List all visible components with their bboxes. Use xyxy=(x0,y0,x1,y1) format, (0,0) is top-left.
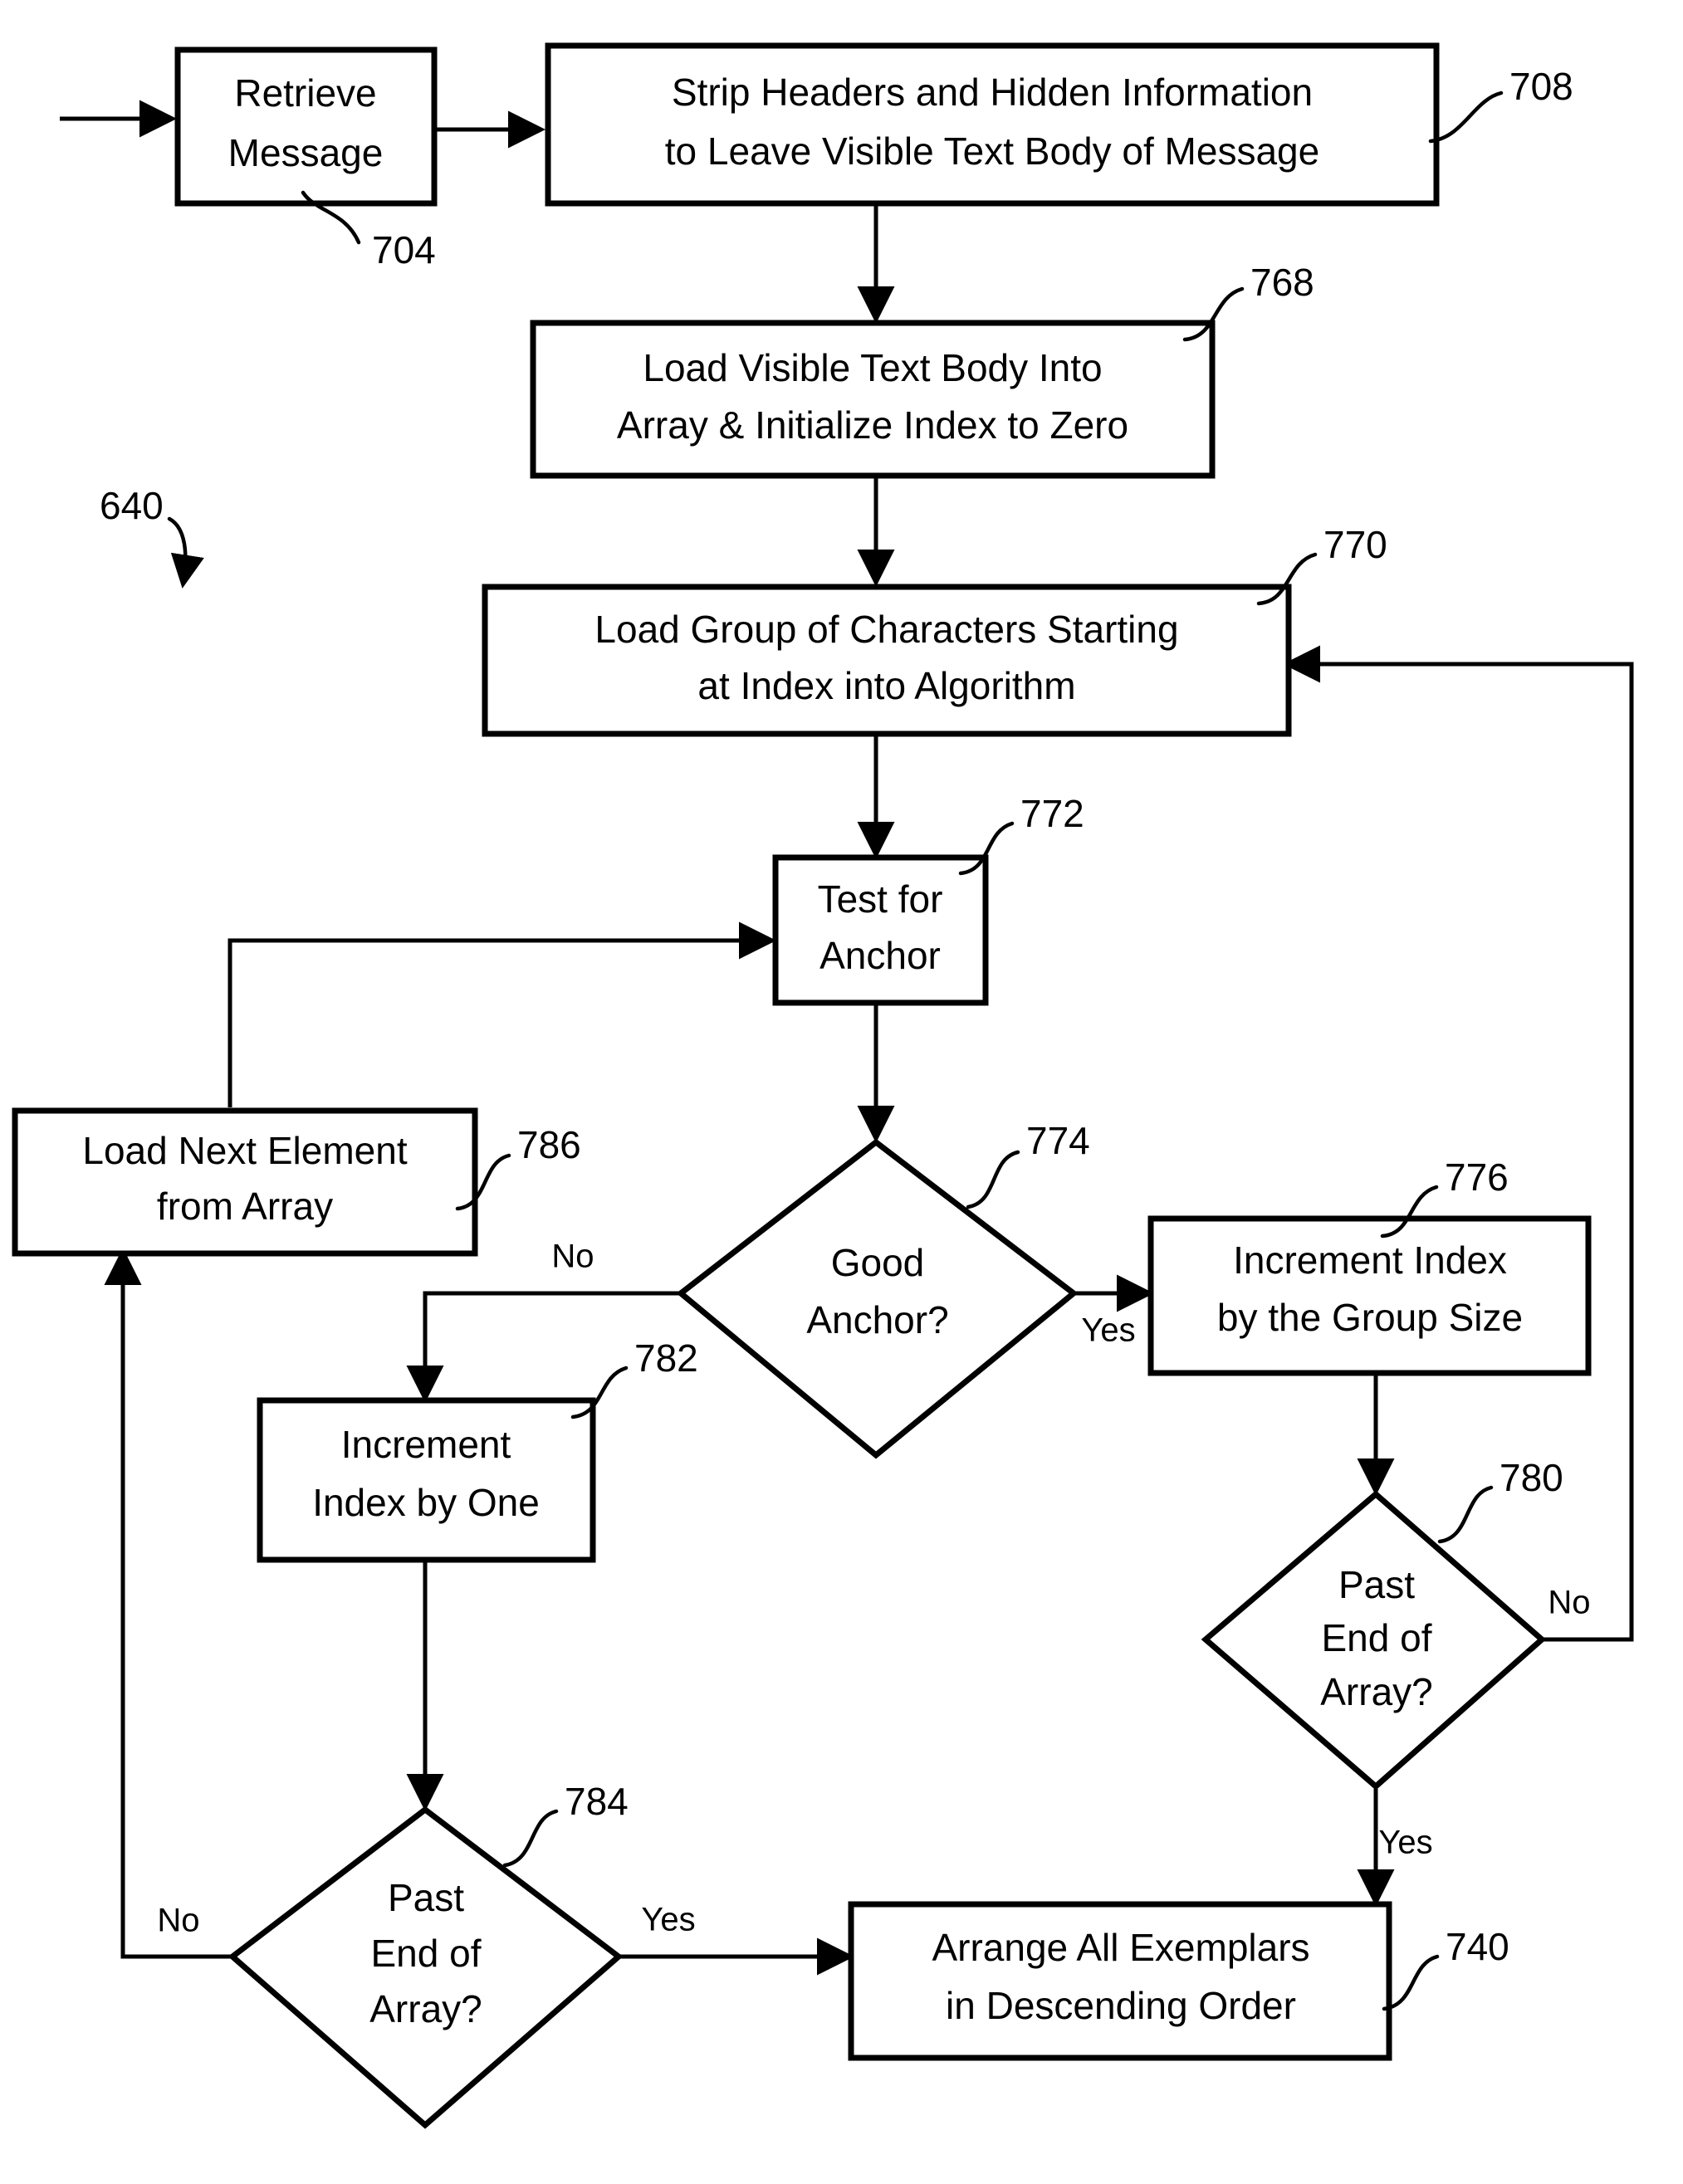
ref-label-780: 780 xyxy=(1500,1456,1563,1499)
leader-784 xyxy=(502,1809,559,1868)
ref-label-774: 774 xyxy=(1026,1119,1090,1162)
ref-label-768: 768 xyxy=(1250,261,1314,304)
node-past-end-of-array-left-line-2: Array? xyxy=(369,1987,482,2030)
ref-label-784: 784 xyxy=(565,1780,629,1823)
edge-label-good-anchor-no: No xyxy=(551,1239,594,1275)
node-past-end-of-array-left[interactable]: Past End of Array? xyxy=(227,1805,624,2129)
node-good-anchor-line-1: Anchor? xyxy=(806,1298,948,1341)
node-load-visible-text-body-line-1: Array & Initialize Index to Zero xyxy=(617,403,1128,447)
edge-past-end-right-no-loop-to-load-group xyxy=(1282,645,1634,1642)
node-test-for-anchor-line-1: Anchor xyxy=(819,934,941,977)
ref-label-786: 786 xyxy=(517,1123,581,1166)
leader-774 xyxy=(966,1150,1020,1209)
node-past-end-of-array-right-line-0: Past xyxy=(1338,1563,1415,1606)
node-past-end-of-array-right-line-2: Array? xyxy=(1320,1670,1432,1713)
ref-label-776: 776 xyxy=(1445,1156,1509,1199)
node-increment-index-by-one-line-0: Increment xyxy=(341,1423,511,1466)
ref-label-704: 704 xyxy=(372,228,436,271)
leader-708 xyxy=(1428,90,1504,144)
node-retrieve-message-line-1: Message xyxy=(228,131,384,174)
flowchart-svg: Retrieve Message 704 Strip Headers and H… xyxy=(12,42,1634,2129)
node-arrange-exemplars-line-1: in Descending Order xyxy=(946,1984,1296,2027)
node-strip-headers[interactable]: Strip Headers and Hidden Information to … xyxy=(545,42,1440,207)
ref-label-708: 708 xyxy=(1509,65,1573,108)
ref-label-782: 782 xyxy=(634,1336,698,1380)
edge-label-past-end-left-no: No xyxy=(157,1903,199,1939)
edge-label-past-end-left-yes: Yes xyxy=(641,1902,695,1938)
node-increment-index-group-size-line-1: by the Group Size xyxy=(1217,1296,1523,1339)
leader-740 xyxy=(1382,1954,1440,2011)
edge-label-past-end-right-yes: Yes xyxy=(1378,1825,1432,1861)
node-strip-headers-shape xyxy=(545,42,1440,207)
figure-label-640: 640 xyxy=(100,484,164,527)
node-load-visible-text-body[interactable]: Load Visible Text Body Into Array & Init… xyxy=(530,320,1216,479)
node-load-next-element[interactable]: Load Next Element from Array xyxy=(12,1107,478,1257)
node-retrieve-message-line-0: Retrieve xyxy=(234,71,376,115)
node-load-next-element-line-1: from Array xyxy=(157,1185,333,1228)
node-increment-index-group-size-line-0: Increment Index xyxy=(1233,1239,1507,1282)
node-past-end-of-array-left-line-0: Past xyxy=(388,1876,464,1919)
node-load-group-of-characters-line-0: Load Group of Characters Starting xyxy=(594,608,1178,651)
node-past-end-of-array-right[interactable]: Past End of Array? xyxy=(1201,1490,1547,1791)
node-increment-index-group-size[interactable]: Increment Index by the Group Size xyxy=(1147,1215,1592,1376)
node-test-for-anchor[interactable]: Test for Anchor xyxy=(772,854,989,1006)
figure-label-leader xyxy=(167,516,204,589)
ref-label-772: 772 xyxy=(1020,792,1084,835)
node-test-for-anchor-line-0: Test for xyxy=(818,877,943,921)
flowchart-figure: Retrieve Message 704 Strip Headers and H… xyxy=(0,0,1683,2184)
node-past-end-of-array-right-line-1: End of xyxy=(1322,1616,1432,1659)
node-arrange-exemplars-line-0: Arrange All Exemplars xyxy=(932,1926,1309,1969)
node-load-visible-text-body-line-0: Load Visible Text Body Into xyxy=(643,346,1102,389)
edge-past-end-left-no-to-load-next-element xyxy=(104,1247,232,1959)
node-load-group-of-characters[interactable]: Load Group of Characters Starting at Ind… xyxy=(482,584,1292,737)
node-past-end-of-array-left-line-1: End of xyxy=(371,1932,482,1975)
node-good-anchor[interactable]: Good Anchor? xyxy=(676,1138,1079,1459)
node-arrange-exemplars[interactable]: Arrange All Exemplars in Descending Orde… xyxy=(848,1901,1392,2061)
node-retrieve-message[interactable]: Retrieve Message xyxy=(174,46,438,207)
node-load-group-of-characters-line-1: at Index into Algorithm xyxy=(697,664,1075,707)
edge-load-next-element-to-test-anchor xyxy=(227,921,777,1107)
node-good-anchor-line-0: Good xyxy=(831,1241,925,1284)
edge-label-past-end-right-no: No xyxy=(1548,1585,1590,1621)
node-increment-index-by-one-line-1: Index by One xyxy=(312,1481,540,1524)
node-increment-index-by-one[interactable]: Increment Index by One xyxy=(257,1397,596,1563)
ref-label-770: 770 xyxy=(1323,523,1387,566)
node-strip-headers-line-0: Strip Headers and Hidden Information xyxy=(672,71,1313,114)
node-load-next-element-line-0: Load Next Element xyxy=(82,1129,407,1172)
edge-label-good-anchor-yes: Yes xyxy=(1081,1312,1135,1349)
node-strip-headers-line-1: to Leave Visible Text Body of Message xyxy=(665,129,1319,173)
leader-780 xyxy=(1437,1485,1494,1544)
ref-label-740: 740 xyxy=(1446,1925,1509,1968)
